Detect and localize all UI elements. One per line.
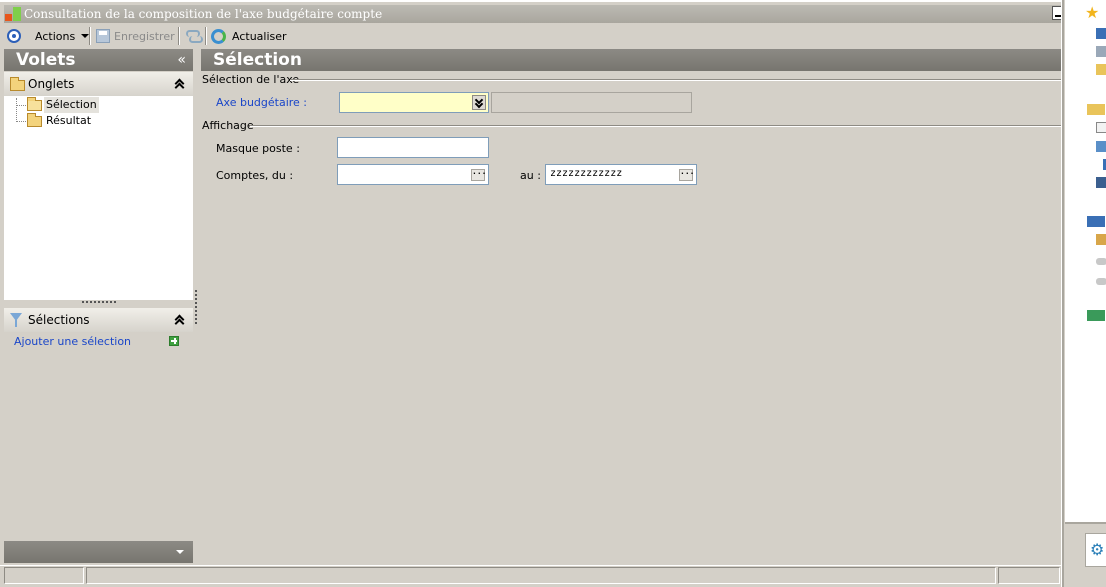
refresh-button[interactable]: Actualiser [211,27,287,45]
chevron-down-icon[interactable] [176,550,184,554]
right-side-panel: ★ ⚙ [1064,0,1106,587]
title-bar-inner: Consultation de la composition de l'axe … [4,5,1064,23]
refresh-label: Actualiser [232,29,287,43]
actions-button[interactable]: Actions [7,27,90,45]
axe-description-field [491,92,692,113]
refresh-icon [211,28,226,44]
settings-button[interactable]: ⚙ [1085,533,1106,567]
tree-item-resultat[interactable]: Résultat [44,113,93,129]
computer-icon[interactable] [1096,28,1106,39]
axis-group-legend: Sélection de l'axe [202,73,303,86]
video-icon[interactable] [1096,177,1106,188]
folder-group-icon[interactable] [1087,104,1105,115]
folder-icon[interactable] [1096,64,1106,75]
status-cell [4,567,84,584]
vertical-splitter-handle[interactable] [195,290,197,324]
tree-item-selection[interactable]: Sélection [44,97,99,113]
bottom-panel-bar[interactable] [4,541,193,563]
document-icon[interactable] [1096,122,1106,133]
selections-header[interactable]: Sélections [4,308,193,332]
tree-connector [16,121,26,122]
page-title: Sélection [213,50,302,70]
image-icon[interactable] [1096,141,1106,152]
save-label: Enregistrer [114,29,175,43]
drive-icon[interactable] [1096,278,1106,285]
chevron-down-icon [81,34,90,38]
title-bar: Consultation de la composition de l'axe … [0,0,1064,24]
gear-icon: ⚙ [1090,540,1105,559]
actions-label: Actions [35,29,76,43]
selections-panel: Ajouter une sélection [4,332,193,540]
group-divider [250,125,1061,127]
network-globe-icon[interactable] [1087,310,1105,321]
toolbar-separator [89,27,91,45]
computer-group-icon[interactable] [1087,216,1105,227]
filter-icon [10,313,22,327]
horizontal-splitter-handle[interactable] [82,301,116,303]
save-icon [96,29,110,43]
browse-ellipsis-button[interactable]: ··· [679,169,694,181]
toolbar-separator [205,27,207,45]
axe-budgetaire-label: Axe budgétaire : [216,96,308,109]
add-icon[interactable] [169,336,179,346]
circle-target-icon [7,29,21,43]
collapse-panel-button[interactable]: « [177,52,186,68]
comptes-to-value: zzzzzzzzzzzz [550,168,623,179]
toolbar: Actions Enregistrer Actualiser [0,24,1063,48]
comptes-to-input[interactable]: zzzzzzzzzzzz ··· [545,164,697,185]
axe-budgetaire-select[interactable] [339,92,489,113]
volets-title: Volets [16,50,76,70]
masque-poste-label: Masque poste : [216,142,300,155]
save-button[interactable]: Enregistrer [96,27,175,45]
onglets-header[interactable]: Onglets [4,72,193,96]
volets-header: Volets « [4,49,193,71]
toolbar-separator [178,27,180,45]
tree-connector [16,98,17,122]
app-logo-icon [5,7,22,21]
open-folder-icon [27,97,42,111]
comptes-to-label: au : [520,169,541,182]
status-cell [998,567,1060,584]
star-icon[interactable]: ★ [1085,3,1099,22]
onglets-panel: Onglets Sélection Résultat [4,72,193,300]
sync-icon [185,28,203,44]
window-title: Consultation de la composition de l'axe … [24,7,383,21]
comptes-from-label: Comptes, du : [216,169,294,182]
drive-icon[interactable] [1096,258,1106,265]
display-group-legend: Affichage [202,119,257,132]
side-bottom-panel: ⚙ [1065,522,1106,587]
browse-ellipsis-button[interactable]: ··· [471,169,486,181]
comptes-from-input[interactable]: ··· [337,164,489,185]
group-divider [290,79,1061,81]
selections-label: Sélections [28,313,90,327]
double-chevron-down-icon[interactable] [472,95,486,110]
status-bar [0,565,1063,584]
status-cell [86,567,996,584]
add-selection-link[interactable]: Ajouter une sélection [14,335,131,348]
network-icon[interactable] [1096,46,1106,57]
chevron-up-icon[interactable] [174,314,184,326]
tree-connector [16,105,26,106]
folder-icon [27,113,42,127]
sync-button[interactable] [185,27,203,45]
chevron-up-icon[interactable] [174,78,184,90]
onglets-label: Onglets [28,77,75,91]
folder-icon [10,77,25,91]
masque-poste-input[interactable] [337,137,489,158]
user-icon[interactable] [1096,234,1106,245]
main-header: Sélection [201,49,1061,71]
